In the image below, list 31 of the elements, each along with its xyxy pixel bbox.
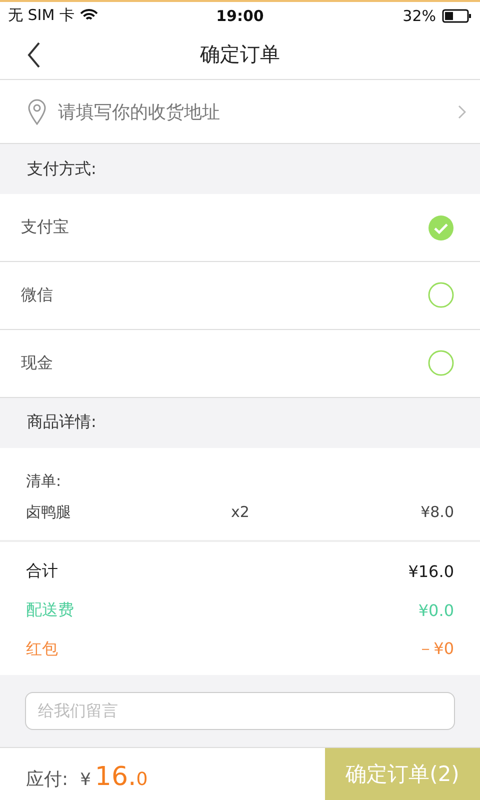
payable-amount: 16. [94,762,136,792]
item-price: ¥8.0 [420,502,454,522]
section-heading: 支付方式: [27,158,96,180]
summary-value: －¥0 [418,638,454,660]
location-pin-icon [28,98,46,125]
address-placeholder: 请填写你的收货地址 [58,100,221,124]
section-heading: 商品详情: [27,412,96,434]
payable-decimal: 0 [136,768,148,790]
payment-option[interactable]: 微信 [0,262,480,330]
chevron-right-icon [458,104,466,119]
page-title: 确定订单 [200,40,280,68]
address-row[interactable]: 请填写你的收货地址 [0,80,480,144]
carrier-text: 无 SIM 卡 [8,6,74,26]
summary-value: ¥0.0 [418,600,454,620]
back-icon[interactable] [27,42,41,68]
payment-option[interactable]: 支付宝 [0,194,480,262]
message-field[interactable]: 给我们留言 [25,692,455,730]
summary-label: 配送费 [26,600,74,621]
item-name: 卤鸭腿 [26,502,72,522]
payment-option[interactable]: 现金 [0,330,480,398]
battery-icon [442,8,472,23]
summary-label: 红包 [26,638,58,660]
status-time: 19:00 [216,6,264,25]
list-label: 清单: [26,472,62,491]
battery-percent: 32% [402,6,436,25]
summary-value: ¥16.0 [408,562,454,581]
item-quantity: x2 [231,502,250,522]
payable-label: 应付: [26,768,68,791]
wifi-icon [80,9,98,22]
currency-sign: ¥ [80,770,91,790]
summary-label: 合计 [26,560,58,582]
